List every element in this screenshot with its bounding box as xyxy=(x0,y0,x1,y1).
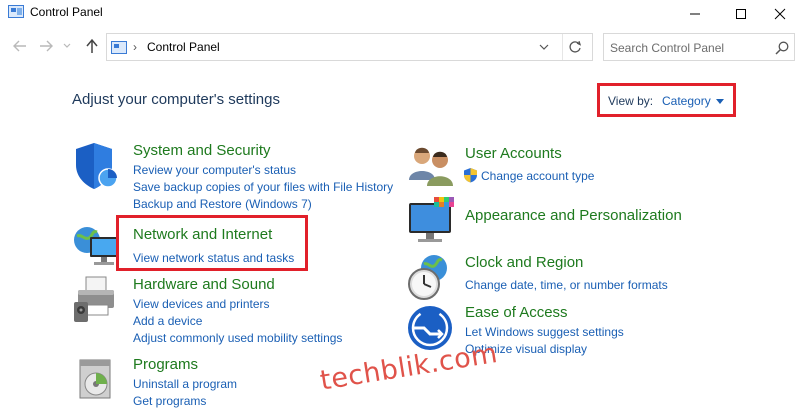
navigation-bar: › Control Panel Search Control Panel xyxy=(0,30,803,64)
minimize-icon xyxy=(690,13,700,15)
search-input[interactable]: Search Control Panel xyxy=(603,33,795,61)
view-by-highlight: View by: Category xyxy=(597,83,736,117)
change-account-type-link[interactable]: Change account type xyxy=(481,169,594,183)
user-accounts-link[interactable]: User Accounts xyxy=(465,145,562,162)
system-and-security-link[interactable]: System and Security xyxy=(133,142,271,159)
programs-link[interactable]: Programs xyxy=(133,356,198,373)
maximize-icon xyxy=(736,9,746,19)
shield-icon xyxy=(76,143,118,189)
review-status-link[interactable]: Review your computer's status xyxy=(133,163,296,177)
control-panel-icon xyxy=(111,41,127,54)
address-bar[interactable]: › Control Panel xyxy=(106,33,593,61)
search-placeholder: Search Control Panel xyxy=(610,41,725,55)
up-arrow-icon xyxy=(86,38,98,53)
close-icon xyxy=(774,8,786,20)
view-by-label: View by: xyxy=(608,94,654,108)
close-button[interactable] xyxy=(757,0,803,28)
address-separator xyxy=(562,34,563,60)
back-arrow-icon xyxy=(13,40,26,52)
mobility-settings-link[interactable]: Adjust commonly used mobility settings xyxy=(133,331,342,345)
user-accounts-icon xyxy=(409,147,453,186)
chevron-down-icon xyxy=(63,43,71,48)
forward-arrow-icon xyxy=(40,40,53,52)
backup-restore-link[interactable]: Backup and Restore (Windows 7) xyxy=(133,197,312,211)
get-programs-link[interactable]: Get programs xyxy=(133,394,206,408)
file-history-link[interactable]: Save backup copies of your files with Fi… xyxy=(133,180,393,194)
appearance-icon xyxy=(409,197,454,242)
windows-suggest-settings-link[interactable]: Let Windows suggest settings xyxy=(465,325,624,339)
forward-button[interactable] xyxy=(36,36,56,56)
minimize-button[interactable] xyxy=(672,0,718,28)
refresh-button[interactable] xyxy=(565,39,585,55)
title-bar: Control Panel xyxy=(0,0,803,28)
appearance-personalization-link[interactable]: Appearance and Personalization xyxy=(465,207,682,224)
network-and-internet-link[interactable]: Network and Internet xyxy=(133,226,272,243)
view-by-dropdown[interactable]: Category xyxy=(662,94,711,108)
chevron-down-icon xyxy=(539,44,549,50)
add-device-link[interactable]: Add a device xyxy=(133,314,202,328)
control-panel-icon xyxy=(8,5,24,18)
devices-printers-link[interactable]: View devices and printers xyxy=(133,297,270,311)
printer-icon xyxy=(74,276,114,322)
uac-shield-icon xyxy=(464,168,477,183)
page-title: Adjust your computer's settings xyxy=(72,91,280,108)
back-button[interactable] xyxy=(10,36,30,56)
breadcrumb-chevron-icon[interactable]: › xyxy=(133,40,137,54)
window-title: Control Panel xyxy=(30,5,103,19)
up-button[interactable] xyxy=(82,36,102,56)
recent-locations-button[interactable] xyxy=(60,36,74,56)
programs-icon xyxy=(79,359,111,399)
uninstall-program-link[interactable]: Uninstall a program xyxy=(133,377,237,391)
caret-down-icon[interactable] xyxy=(716,99,724,104)
date-time-formats-link[interactable]: Change date, time, or number formats xyxy=(465,278,668,292)
address-dropdown-button[interactable] xyxy=(535,40,553,54)
hardware-and-sound-link[interactable]: Hardware and Sound xyxy=(133,276,275,293)
search-icon[interactable] xyxy=(774,40,790,56)
refresh-icon xyxy=(569,41,582,53)
ease-of-access-link[interactable]: Ease of Access xyxy=(465,304,568,321)
breadcrumb-control-panel[interactable]: Control Panel xyxy=(147,40,220,54)
clock-globe-icon xyxy=(408,255,447,300)
view-network-status-link[interactable]: View network status and tasks xyxy=(133,251,294,265)
clock-and-region-link[interactable]: Clock and Region xyxy=(465,254,583,271)
